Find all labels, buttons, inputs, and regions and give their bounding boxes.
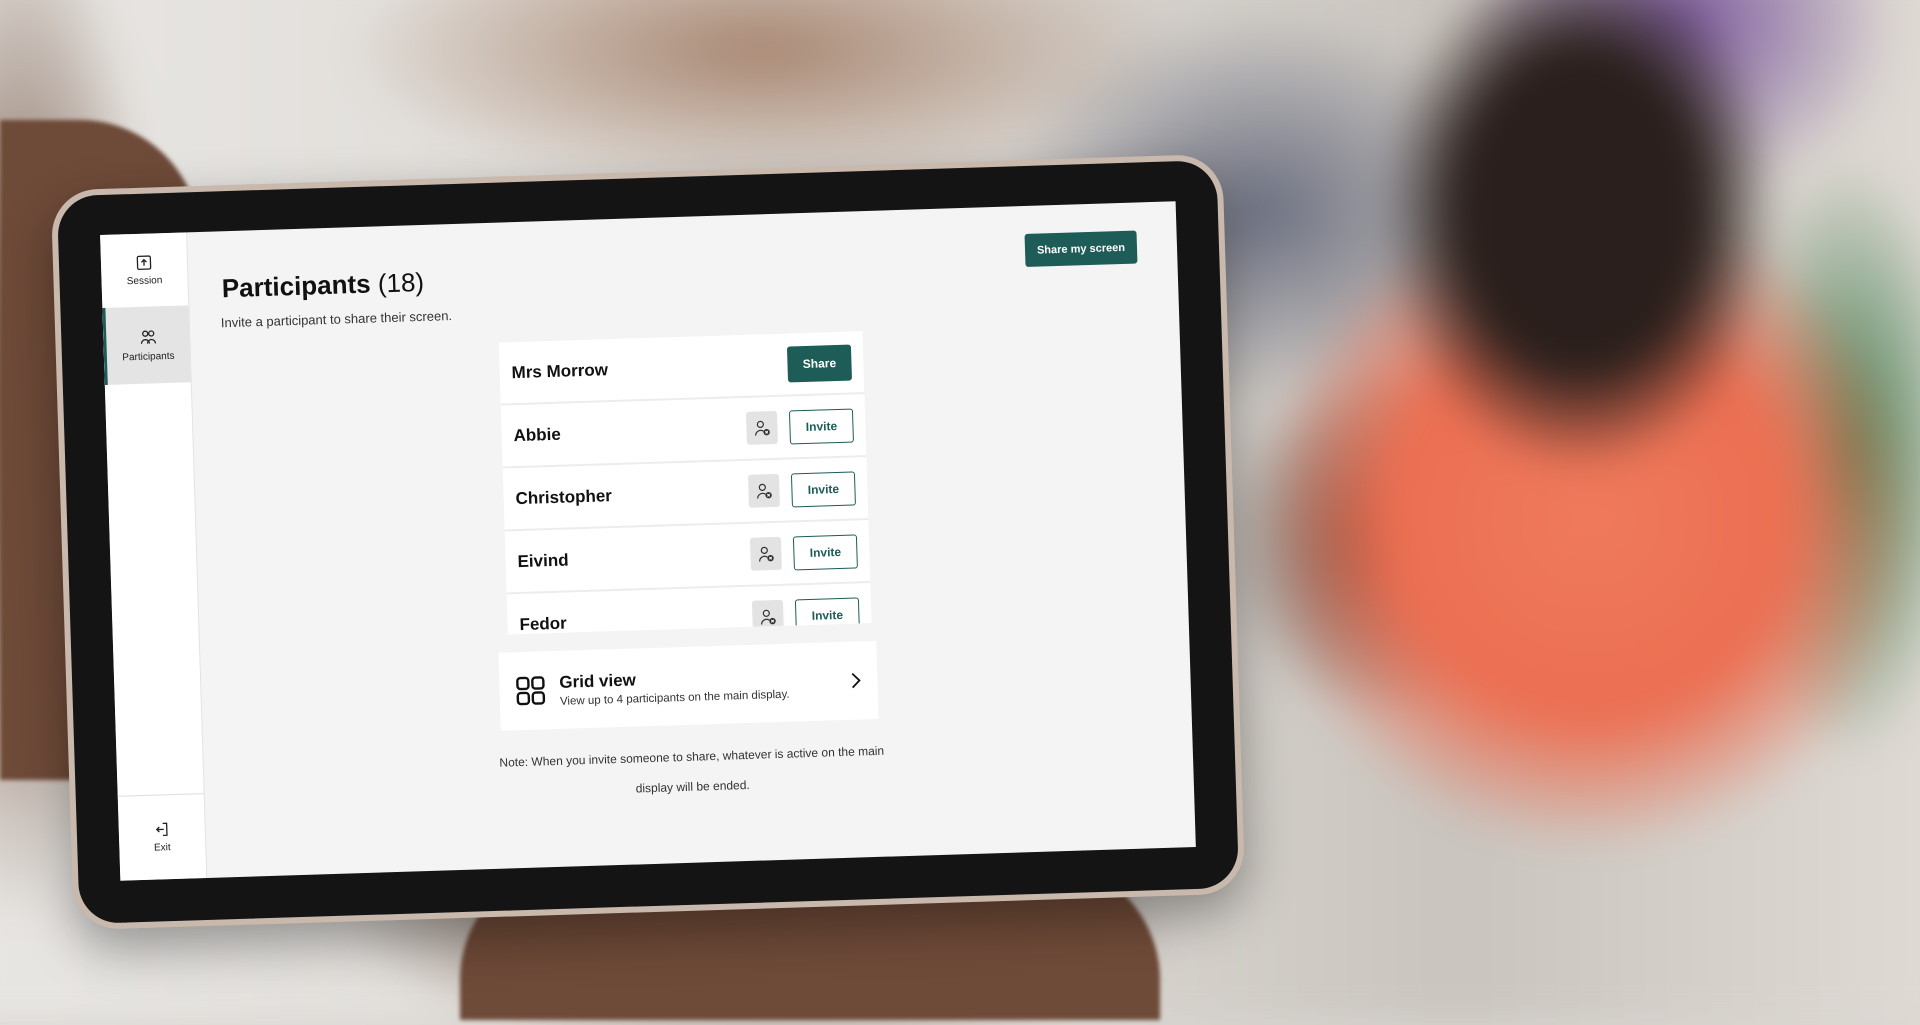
remove-participant-button[interactable]	[749, 536, 782, 571]
grid-view-option[interactable]: Grid view View up to 4 participants on t…	[498, 640, 879, 731]
sidebar-item-session[interactable]: Session	[100, 232, 188, 308]
remove-user-icon	[756, 483, 772, 499]
remove-user-icon	[760, 609, 776, 625]
page-subtitle: Invite a participant to share their scre…	[220, 308, 453, 331]
app-screen: Session Participants Exit Participants (…	[100, 201, 1196, 881]
remove-participant-button[interactable]	[745, 410, 778, 445]
invite-button[interactable]: Invite	[788, 407, 854, 444]
participant-name: Mrs Morrow	[511, 359, 609, 382]
exit-icon	[155, 822, 168, 837]
share-note: Note: When you invite someone to share, …	[499, 743, 885, 796]
remove-user-icon	[754, 420, 770, 436]
share-my-screen-button[interactable]: Share my screen	[1024, 230, 1138, 268]
participant-count: (18)	[377, 266, 425, 299]
invite-button[interactable]: Invite	[794, 596, 860, 633]
share-button[interactable]: Share	[786, 344, 853, 383]
tablet: Session Participants Exit Participants (…	[50, 153, 1246, 931]
list-item: Eivind Invite	[504, 520, 871, 595]
remove-participant-button[interactable]	[747, 473, 780, 508]
participant-name: Eivind	[517, 550, 569, 571]
participant-name: Fedor	[519, 613, 568, 634]
remove-user-icon	[758, 546, 774, 562]
sidebar-item-participants[interactable]: Participants	[102, 305, 191, 385]
exit-label: Exit	[153, 842, 171, 854]
list-item: Abbie Invite	[500, 394, 867, 469]
remove-participant-button[interactable]	[751, 599, 784, 634]
chevron-right-icon	[851, 672, 861, 689]
list-item: Christopher Invite	[502, 457, 869, 532]
participant-name: Abbie	[513, 424, 562, 445]
grid-icon	[516, 676, 546, 706]
participant-list[interactable]: Mrs Morrow Share Abbie Invite Christophe…	[498, 331, 872, 635]
exit-button[interactable]: Exit	[117, 793, 207, 881]
share-upload-icon	[136, 254, 152, 270]
invite-button[interactable]: Invite	[792, 533, 858, 570]
list-item: Mrs Morrow Share	[498, 331, 865, 406]
page-title: Participants (18)	[221, 267, 424, 304]
participant-name: Christopher	[515, 485, 613, 508]
sidebar: Session Participants Exit	[100, 232, 208, 881]
invite-button[interactable]: Invite	[790, 470, 856, 507]
sidebar-item-label: Participants	[122, 350, 175, 363]
sidebar-item-label: Session	[126, 274, 163, 287]
title-text: Participants	[221, 268, 372, 304]
participants-icon	[140, 329, 156, 344]
